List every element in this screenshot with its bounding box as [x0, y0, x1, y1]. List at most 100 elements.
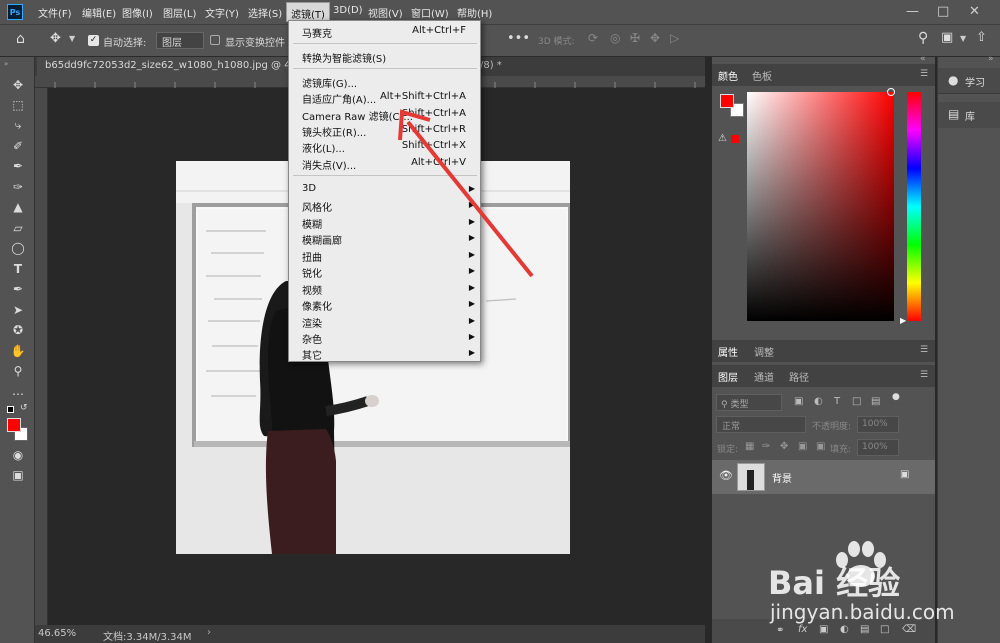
paint-bucket-icon[interactable]: ◯ [9, 240, 27, 256]
tab-layers[interactable]: 图层 [718, 369, 738, 384]
opacity-input[interactable]: 100% [857, 416, 899, 433]
menu-view[interactable]: 视图(V) [368, 5, 403, 20]
lasso-icon[interactable]: ⤷ [9, 117, 27, 133]
show-transform-checkbox[interactable] [210, 35, 220, 45]
stamp-icon[interactable]: ▲ [9, 199, 27, 215]
smart-object-filter-icon[interactable]: ▤ [871, 396, 880, 407]
workspace-chevron-icon[interactable]: ▼ [960, 34, 966, 43]
quick-mask-icon[interactable]: ◉ [9, 447, 27, 463]
shape-filter-icon[interactable]: □ [852, 396, 861, 407]
submenu-noise[interactable]: 杂色 [302, 331, 322, 346]
gamut-warning-icon[interactable]: ⚠ [718, 133, 727, 144]
swap-colors-icon[interactable]: ↺ [20, 403, 28, 413]
minimize-icon[interactable]: — [906, 4, 919, 19]
library-panel-button[interactable]: ▤ 库 [938, 102, 1000, 128]
visibility-eye-icon[interactable]: 👁 [719, 469, 733, 482]
eyedropper-icon[interactable]: ✒ [9, 158, 27, 174]
move-tool-icon[interactable]: ✥ [50, 31, 61, 46]
submenu-blur-gallery[interactable]: 模糊画廊 [302, 232, 342, 247]
menu-item-adaptive-wide-angle[interactable]: 自适应广角(A)... [302, 91, 376, 106]
tab-properties[interactable]: 属性 [718, 344, 738, 359]
panel-menu-icon[interactable]: ☰ [920, 370, 928, 380]
submenu-blur[interactable]: 模糊 [302, 216, 322, 231]
gamut-color-swatch[interactable] [731, 135, 739, 143]
menu-file[interactable]: 文件(F) [38, 5, 72, 20]
menu-layer[interactable]: 图层(L) [163, 5, 196, 20]
submenu-other[interactable]: 其它 [302, 347, 322, 362]
pixel-filter-icon[interactable]: ▣ [794, 396, 803, 407]
workspace-icon[interactable]: ▣ [941, 30, 953, 45]
submenu-render[interactable]: 渲染 [302, 315, 322, 330]
menu-item-lens-correction[interactable]: 镜头校正(R)... [302, 124, 366, 139]
submenu-distort[interactable]: 扭曲 [302, 249, 322, 264]
zoom-icon[interactable]: ⚲ [9, 363, 27, 379]
close-icon[interactable]: ✕ [969, 4, 980, 19]
home-icon[interactable]: ⌂ [16, 31, 25, 47]
custom-shape-icon[interactable]: ✪ [9, 322, 27, 338]
color-picker-cursor[interactable] [887, 88, 895, 96]
menu-item-filter-gallery[interactable]: 滤镜库(G)... [302, 75, 357, 90]
eraser-icon[interactable]: ▱ [9, 220, 27, 236]
hue-slider[interactable] [907, 92, 921, 321]
foreground-swatch[interactable] [720, 94, 734, 108]
3d-slide-icon[interactable]: ✥ [650, 31, 660, 45]
submenu-sharpen[interactable]: 锐化 [302, 265, 322, 280]
move-icon[interactable]: ✥ [9, 77, 27, 93]
submenu-stylize[interactable]: 风格化 [302, 199, 332, 214]
3d-roll-icon[interactable]: ◎ [610, 31, 620, 45]
lock-transparency-icon[interactable]: ▦ [745, 441, 754, 452]
lock-artboard-icon[interactable]: ▣ [798, 441, 807, 452]
more-options-icon[interactable]: ••• [507, 31, 530, 46]
panel-menu-icon[interactable]: ☰ [920, 69, 928, 79]
lock-pixels-icon[interactable]: ✑ [762, 441, 770, 452]
panel-menu-icon[interactable]: ☰ [920, 345, 928, 355]
layer-row[interactable]: 👁 背景 ▣ [712, 460, 935, 494]
panel-collapse-icon[interactable]: « [920, 54, 926, 64]
menu-select[interactable]: 选择(S) [248, 5, 282, 20]
3d-pan-icon[interactable]: ✠ [630, 31, 640, 45]
auto-select-checkbox[interactable]: ✓ [88, 35, 99, 46]
pen-icon[interactable]: ✒ [9, 281, 27, 297]
submenu-3d[interactable]: 3D [302, 183, 316, 194]
marquee-icon[interactable]: ⬚ [9, 97, 27, 113]
menu-filter[interactable]: 滤镜(T) [286, 2, 330, 22]
brush-icon[interactable]: ✑ [9, 179, 27, 195]
tab-color[interactable]: 颜色 [718, 68, 738, 83]
collapse-icon[interactable]: » [4, 60, 8, 68]
search-icon[interactable]: ⚲ [918, 30, 928, 46]
menu-3d[interactable]: 3D(D) [333, 5, 363, 16]
zoom-level[interactable]: 46.65% [38, 628, 76, 639]
menu-item-liquify[interactable]: 液化(L)... [302, 140, 345, 155]
share-icon[interactable]: ⇧ [976, 30, 987, 45]
quick-select-icon[interactable]: ✐ [9, 138, 27, 154]
path-select-icon[interactable]: ➤ [9, 302, 27, 318]
layer-kind-filter[interactable]: ⚲ 类型 [716, 394, 782, 411]
filter-toggle-icon[interactable]: ● [892, 392, 900, 402]
more-tools-icon[interactable]: … [9, 383, 27, 399]
fill-input[interactable]: 100% [857, 439, 899, 456]
menu-help[interactable]: 帮助(H) [457, 5, 492, 20]
layer-select-dropdown[interactable]: 图层 [156, 32, 204, 49]
panel-collapse-icon[interactable]: » [988, 54, 994, 64]
default-colors-icon[interactable] [7, 406, 14, 413]
layer-lock-icon[interactable]: ▣ [900, 469, 909, 480]
chevron-down-icon[interactable]: ▼ [69, 34, 75, 43]
menu-edit[interactable]: 编辑(E) [82, 5, 116, 20]
hue-slider-handle[interactable]: ▶ [900, 316, 906, 325]
screen-mode-icon[interactable]: ▣ [9, 467, 27, 483]
type-filter-icon[interactable]: T [834, 396, 840, 407]
learn-panel-button[interactable]: ● 学习 [938, 68, 1000, 94]
tab-adjustments[interactable]: 调整 [754, 344, 774, 359]
adjustment-filter-icon[interactable]: ◐ [814, 396, 823, 407]
menu-type[interactable]: 文字(Y) [205, 5, 239, 20]
3d-orbit-icon[interactable]: ⟳ [588, 31, 598, 45]
3d-camera-icon[interactable]: ▷ [670, 31, 679, 45]
layer-name[interactable]: 背景 [772, 470, 792, 485]
tab-channels[interactable]: 通道 [754, 369, 774, 384]
submenu-video[interactable]: 视频 [302, 282, 322, 297]
menu-item-convert-smart-filter[interactable]: 转换为智能滤镜(S) [302, 50, 386, 65]
hand-icon[interactable]: ✋ [9, 343, 27, 359]
lock-position-icon[interactable]: ✥ [780, 441, 788, 452]
status-expand-icon[interactable]: › [207, 627, 211, 638]
type-icon[interactable]: T [9, 261, 27, 277]
